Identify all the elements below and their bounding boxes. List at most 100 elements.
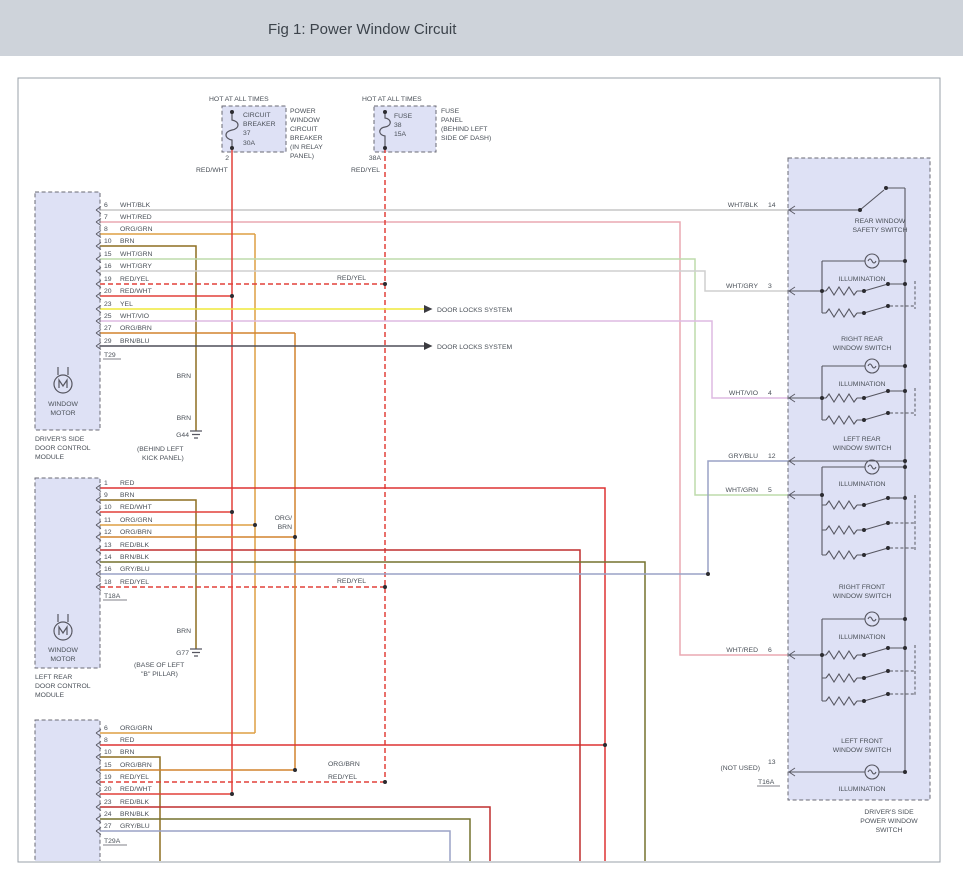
mod3-pin-num: 19	[104, 774, 112, 781]
mod3-pin-num: 24	[104, 811, 112, 818]
right-rear-switch-label-1: RIGHT REAR	[841, 336, 883, 343]
mod3-pin-wire: RED/YEL	[120, 774, 149, 781]
module-driver-door-box	[35, 192, 100, 430]
wiring-diagram-page: Fig 1: Power Window Circuit HOT AT ALL T…	[0, 0, 963, 871]
panel-caption-1: DRIVER'S SIDE	[864, 809, 914, 816]
mod1-pin-wire: WHT/BLK	[120, 202, 151, 209]
panel-connector-id: T16A	[758, 779, 775, 786]
panel-pin-num: 5	[768, 487, 772, 494]
mod3-pin-wire: RED/WHT	[120, 786, 152, 793]
fuse-desc-1: FUSE	[441, 108, 460, 115]
mod1-pin-num: 29	[104, 338, 112, 345]
panel-pin-wire: GRY/BLU	[728, 453, 758, 460]
mod3-pin-num: 10	[104, 749, 112, 756]
wire-wht-grn	[100, 259, 788, 495]
illumination-label: ILLUMINATION	[838, 276, 885, 283]
mod3-pin-wire: RED/BLK	[120, 799, 150, 806]
mod2-pin-wire: RED/YEL	[120, 579, 149, 586]
fuse-pin-number: 38A	[369, 155, 382, 162]
mod2-pin-wire: RED	[120, 480, 134, 487]
mod2-pin-num: 13	[104, 542, 112, 549]
motor-label-2: MOTOR	[50, 656, 75, 663]
door-locks-branches: DOOR LOCKS SYSTEM DOOR LOCKS SYSTEM	[424, 305, 512, 351]
mod1-pin-wire: RED/WHT	[120, 288, 152, 295]
mod2-pin-wire: ORG/BRN	[120, 529, 152, 536]
mod1-pin-wire: RED/YEL	[120, 276, 149, 283]
wire-label-red-yel: RED/YEL	[337, 275, 366, 282]
left-front-switch-label-1: LEFT FRONT	[841, 738, 883, 745]
mod3-pin-wire: BRN	[120, 749, 134, 756]
arrow-right-icon	[424, 305, 433, 313]
mod1-pin-num: 10	[104, 238, 112, 245]
mod1-pin-wire: WHT/GRN	[120, 251, 153, 258]
mod1-pin-num: 15	[104, 251, 112, 258]
fuse-assembly: HOT AT ALL TIMES FUSE 38 15A FUSE PANEL …	[351, 96, 491, 174]
field-junction-dots	[230, 110, 710, 796]
breaker-desc-2: WINDOW	[290, 117, 320, 124]
ground-g77: G77 (BASE OF LEFT "B" PILLAR) BRN	[134, 628, 202, 678]
breaker-pin-number: 2	[225, 155, 229, 162]
right-rear-switch-label-2: WINDOW SWITCH	[833, 345, 892, 352]
wire-gry-blu	[100, 461, 788, 861]
panel-pin-wire: WHT/VIO	[729, 390, 758, 397]
mod1-pin-wire: ORG/BRN	[120, 325, 152, 332]
mod3-pin-num: 15	[104, 762, 112, 769]
arrow-right-icon	[424, 342, 433, 350]
wiring-diagram: Fig 1: Power Window Circuit HOT AT ALL T…	[0, 0, 963, 871]
mod1-pin-num: 27	[104, 325, 112, 332]
mod3-pin-wire: ORG/BRN	[120, 762, 152, 769]
breaker-desc-3: CIRCUIT	[290, 126, 318, 133]
mod1-pin-num: 23	[104, 301, 112, 308]
mod3-pin-num: 6	[104, 725, 108, 732]
wire-label-org-brn-1: ORG/	[275, 515, 292, 522]
breaker-label-1: CIRCUIT	[243, 112, 271, 119]
breaker-desc-1: POWER	[290, 108, 316, 115]
panel-caption-3: SWITCH	[876, 827, 903, 834]
illumination-label: ILLUMINATION	[838, 786, 885, 793]
inline-wire-labels: ORG/ BRN RED/YEL RED/YEL ORG/BRN RED/YEL	[275, 275, 367, 781]
ground-name: G44	[176, 432, 189, 439]
mod3-pin-num: 20	[104, 786, 112, 793]
mod2-pin-num: 14	[104, 554, 112, 561]
door-locks-system-label: DOOR LOCKS SYSTEM	[437, 344, 512, 351]
fuse-label-2: 38	[394, 122, 402, 129]
module-left-rear-box	[35, 478, 100, 668]
wire-label-red-yel: RED/YEL	[337, 578, 366, 585]
panel-pin-wire: (NOT USED)	[720, 765, 760, 772]
mod3-pin-num: 8	[104, 737, 108, 744]
mod1-connector-id: T29	[104, 352, 116, 359]
figure-title: Fig 1: Power Window Circuit	[268, 21, 457, 38]
panel-pin-num: 3	[768, 283, 772, 290]
wire-label-brn: BRN	[177, 628, 191, 635]
wires	[100, 148, 788, 861]
fuse-desc-4: SIDE OF DASH)	[441, 135, 491, 142]
fuse-amp-rating: 15A	[394, 131, 407, 138]
wire-red-yel	[100, 148, 385, 782]
mod1-pin-num: 19	[104, 276, 112, 283]
wire-label-brn: BRN	[177, 373, 191, 380]
mod2-pin-wire: ORG/GRN	[120, 517, 153, 524]
mod1-pin-wire: WHT/RED	[120, 214, 152, 221]
module-bottom-door: 6ORG/GRN 8RED 10BRN 15ORG/BRN 19RED/YEL …	[35, 720, 153, 871]
mod2-pin-num: 16	[104, 566, 112, 573]
ground-name: G77	[176, 650, 189, 657]
mod1-caption-1: DRIVER'S SIDE	[35, 436, 85, 443]
breaker-amp-rating: 30A	[243, 140, 256, 147]
mod1-caption-3: MODULE	[35, 454, 65, 461]
wire-wht-red	[100, 222, 788, 655]
hot-at-all-times-label: HOT AT ALL TIMES	[362, 96, 422, 103]
fuse-wire-label: RED/YEL	[351, 167, 380, 174]
panel-pin-wire: WHT/BLK	[728, 202, 759, 209]
mod2-pin-wire: RED/WHT	[120, 504, 152, 511]
wire-label-org-brn-2: BRN	[278, 524, 292, 531]
panel-caption-2: POWER WINDOW	[860, 818, 918, 825]
panel-pin-num: 13	[768, 759, 776, 766]
mod3-connector-id: T29A	[104, 838, 121, 845]
left-front-switch-label-2: WINDOW SWITCH	[833, 747, 892, 754]
mod2-caption-3: MODULE	[35, 692, 65, 699]
diagram-content: HOT AT ALL TIMES CIRCUIT BREAKER 37 30A …	[35, 96, 930, 871]
panel-pin-num: 4	[768, 390, 772, 397]
module-driver-door: WINDOW MOTOR 6WHT/BLK 7WHT/RED 8ORG/GRN …	[35, 192, 153, 461]
breaker-label-2: BREAKER	[243, 121, 276, 128]
panel-pin-wire: WHT/GRN	[726, 487, 759, 494]
